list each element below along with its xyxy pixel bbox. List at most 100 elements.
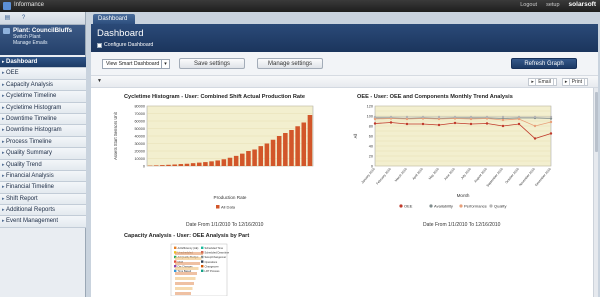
sidebar-item-downtime-histogram[interactable]: ▸ Downtime Histogram xyxy=(0,125,86,137)
sidebar-item-cycletime-timeline[interactable]: ▸ Cycletime Timeline xyxy=(0,91,86,103)
sidebar-item-label: Financial Analysis xyxy=(6,172,54,179)
histogram-bar xyxy=(190,163,196,166)
capacity-bar xyxy=(175,282,194,285)
series-point xyxy=(453,121,457,125)
chevron-right-icon: ▸ xyxy=(2,150,5,157)
help-icon[interactable]: ? xyxy=(20,15,27,22)
plant-icon xyxy=(3,28,10,34)
manage-settings-button[interactable]: Manage settings xyxy=(257,58,323,69)
sidebar-item-event-management[interactable]: ▸ Event Management xyxy=(0,216,86,228)
configure-dashboard-link[interactable]: Configure Dashboard xyxy=(97,42,153,48)
histogram-bar xyxy=(184,163,190,166)
histogram-bar xyxy=(289,130,294,166)
histogram-bar xyxy=(240,153,245,166)
manage-emails-link[interactable]: Manage Emails xyxy=(13,40,81,46)
histogram-bar xyxy=(160,165,165,166)
series-point xyxy=(453,115,457,119)
y-tick-label: 10000 xyxy=(134,157,145,161)
series-point xyxy=(549,120,553,124)
y-tick-label: 40000 xyxy=(134,135,145,139)
sidebar-item-cycletime-histogram[interactable]: ▸ Cycletime Histogram xyxy=(0,102,86,114)
y-tick-label: 20000 xyxy=(134,150,145,154)
chevron-right-icon: ▸ xyxy=(2,81,5,88)
sidebar-item-oee[interactable]: ▸ OEE xyxy=(0,68,86,80)
refresh-graph-button[interactable]: Refresh Graph xyxy=(511,58,577,69)
histogram-bar xyxy=(221,159,227,166)
sidebar-item-capacity-analysis[interactable]: ▸ Capacity Analysis xyxy=(0,79,86,92)
tab-dashboard[interactable]: Dashboard xyxy=(93,14,135,24)
histogram-bar xyxy=(209,161,214,166)
x-tick-label: September 2010 xyxy=(486,167,504,188)
sidebar-item-label: Cycletime Histogram xyxy=(6,104,62,111)
view-select[interactable]: View Smart Dashboard ▾ xyxy=(102,59,170,69)
pin-icon[interactable]: ▤ xyxy=(4,15,11,22)
sidebar-item-quality-trend[interactable]: ▸ Quality Trend xyxy=(0,159,86,171)
series-point xyxy=(405,115,409,119)
y-tick-label: 80000 xyxy=(134,105,145,109)
view-select-value: View Smart Dashboard xyxy=(106,61,160,67)
legend-swatch xyxy=(201,269,204,272)
legend-label: Availability xyxy=(434,204,453,209)
series-point xyxy=(485,115,489,119)
sidebar-item-additional-reports[interactable]: ▸ Additional Reports xyxy=(0,205,86,217)
sidebar-item-label: Downtime Histogram xyxy=(6,127,62,134)
x-tick-label: October 2010 xyxy=(504,167,520,185)
app-logo-icon xyxy=(3,2,11,10)
email-button[interactable]: ▸ Email xyxy=(528,78,557,86)
sidebar-item-label: Quality Summary xyxy=(6,150,53,157)
series-point xyxy=(533,137,537,140)
series-point xyxy=(469,122,473,126)
sidebar-item-label: Shift Report xyxy=(6,195,38,202)
sidebar-item-quality-summary[interactable]: ▸ Quality Summary xyxy=(0,148,86,160)
x-tick-label: April 2010 xyxy=(411,167,423,181)
tab-strip: Dashboard xyxy=(88,12,600,24)
x-axis-label: Production Rate xyxy=(214,195,247,200)
legend-label: Scheduled Time xyxy=(205,246,224,250)
capacity-bar xyxy=(175,287,193,290)
sidebar-item-financial-analysis[interactable]: ▸ Financial Analysis xyxy=(0,170,86,183)
save-settings-button[interactable]: Save settings xyxy=(179,58,245,69)
chevron-right-icon: ▸ xyxy=(2,93,5,100)
sidebar-item-label: Event Management xyxy=(6,218,59,225)
sidebar-item-dashboard[interactable]: ▸ Dashboard xyxy=(0,57,86,69)
legend-swatch xyxy=(216,205,220,209)
legend-label: Quality xyxy=(494,204,506,209)
series-point xyxy=(421,115,425,119)
legend-label: Setup/Changeover xyxy=(205,255,227,259)
series-point xyxy=(405,122,409,126)
sidebar-item-downtime-timeline[interactable]: ▸ Downtime Timeline xyxy=(0,113,86,126)
oee-date-range: Date From 1/1/2010 To 12/16/2010 xyxy=(423,222,501,228)
histogram-bar xyxy=(178,164,184,166)
y-tick-label: 100 xyxy=(367,115,373,119)
logout-link[interactable]: Logout xyxy=(520,2,537,8)
sidebar-item-label: Additional Reports xyxy=(6,207,56,214)
sidebar-item-label: Capacity Analysis xyxy=(6,81,54,88)
sidebar-item-label: Dashboard xyxy=(6,59,38,65)
legend-label: All Data xyxy=(221,204,236,209)
series-point xyxy=(501,124,505,128)
legend-swatch xyxy=(489,204,493,208)
legend-swatch xyxy=(174,246,177,249)
histogram-date-range: Date From 1/1/2010 To 12/16/2010 xyxy=(186,222,264,228)
y-tick-label: 60 xyxy=(369,135,373,139)
x-tick-label: August 2010 xyxy=(473,167,488,183)
x-tick-label: December 2010 xyxy=(534,167,552,187)
scrollbar-thumb[interactable] xyxy=(595,92,598,152)
content-scrollbar[interactable] xyxy=(593,88,598,297)
sidebar-item-process-timeline[interactable]: ▸ Process Timeline xyxy=(0,136,86,149)
histogram-bar xyxy=(246,151,251,166)
setup-link[interactable]: setup xyxy=(546,2,559,8)
series-point xyxy=(533,115,537,119)
left-sidebar: ▤ ? Plant: CouncilBluffs Switch Plant Ma… xyxy=(0,12,86,297)
chevron-right-icon: ▸ xyxy=(2,172,5,179)
histogram-chart: 0 10000 20000 30000 40000 50000 60000 70000 8000… xyxy=(111,101,321,218)
y-tick-label: 30000 xyxy=(134,142,145,146)
series-point xyxy=(501,118,505,122)
capacity-bar xyxy=(175,267,199,270)
sidebar-item-financial-timeline[interactable]: ▸ Financial Timeline xyxy=(0,182,86,194)
print-button[interactable]: ▸ Print xyxy=(561,78,588,86)
collapse-icon[interactable]: ▼ xyxy=(97,78,102,84)
series-point xyxy=(421,122,425,126)
legend-swatch xyxy=(201,265,204,268)
sidebar-item-shift-report[interactable]: ▸ Shift Report xyxy=(0,193,86,206)
